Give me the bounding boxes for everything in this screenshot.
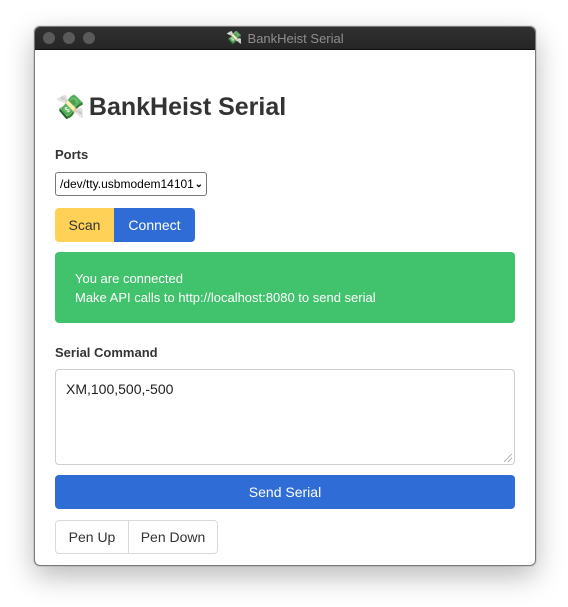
- port-select[interactable]: /dev/tty.usbmodem14101 ⌄: [55, 172, 207, 196]
- pen-down-button[interactable]: Pen Down: [128, 520, 218, 554]
- window-controls: [43, 32, 95, 44]
- close-window-button[interactable]: [43, 32, 55, 44]
- serial-command-label: Serial Command: [55, 345, 158, 360]
- connection-button-group: Scan Connect: [55, 208, 515, 242]
- money-with-wings-icon: 💸: [226, 30, 243, 45]
- scan-button[interactable]: Scan: [55, 208, 114, 242]
- money-with-wings-icon: 💸: [55, 93, 85, 121]
- app-window: 💸 BankHeist Serial 💸 BankHeist Serial Po…: [34, 26, 536, 566]
- minimize-window-button[interactable]: [63, 32, 75, 44]
- window-title-text: BankHeist Serial: [247, 30, 344, 46]
- window-titlebar[interactable]: 💸 BankHeist Serial: [35, 27, 535, 50]
- pen-up-button[interactable]: Pen Up: [55, 520, 129, 554]
- status-line-connected: You are connected: [75, 271, 183, 286]
- ports-label: Ports: [55, 147, 89, 162]
- status-line-api-hint: Make API calls to http://localhost:8080 …: [75, 290, 376, 305]
- connect-button[interactable]: Connect: [114, 208, 195, 242]
- serial-command-textarea[interactable]: XM,100,500,-500: [55, 369, 515, 465]
- serial-command-value: XM,100,500,-500: [66, 381, 174, 397]
- main-content: 💸 BankHeist Serial Ports /dev/tty.usbmod…: [35, 90, 535, 554]
- send-serial-button[interactable]: Send Serial: [55, 475, 515, 509]
- pen-button-group: Pen Up Pen Down: [55, 520, 515, 554]
- port-select-value: /dev/tty.usbmodem14101: [60, 177, 194, 191]
- zoom-window-button[interactable]: [83, 32, 95, 44]
- page-title: 💸 BankHeist Serial: [55, 90, 515, 124]
- window-title: 💸 BankHeist Serial: [226, 30, 343, 46]
- resize-handle-icon[interactable]: [504, 454, 512, 462]
- page-title-text: BankHeist Serial: [88, 92, 287, 121]
- chevron-down-icon: ⌄: [194, 178, 203, 190]
- connection-status-alert: You are connected Make API calls to http…: [55, 252, 515, 323]
